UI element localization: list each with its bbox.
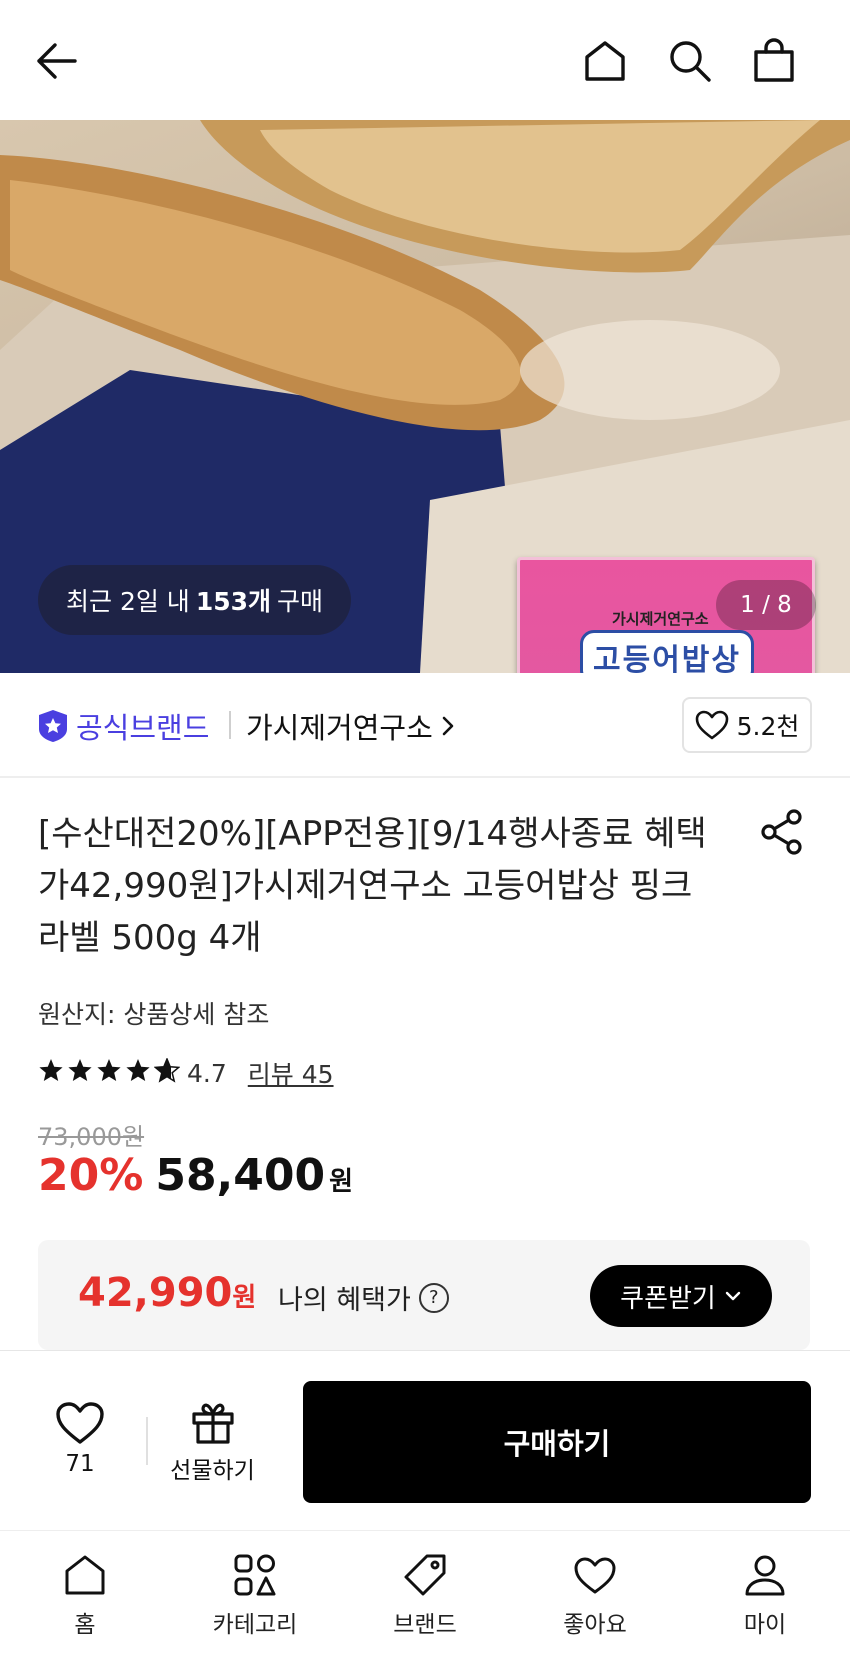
price-row: 20% 58,400 원	[38, 1150, 353, 1201]
tag-icon	[404, 1554, 446, 1596]
benefit-price-value: 42,990	[78, 1270, 233, 1316]
divider	[229, 711, 231, 739]
share-icon[interactable]	[758, 808, 806, 856]
package-name: 고등어밥상	[580, 630, 754, 673]
star-icon	[67, 1058, 93, 1089]
star-icon	[125, 1058, 151, 1089]
star-icon	[96, 1058, 122, 1089]
official-brand-badge: 공식브랜드	[38, 705, 209, 747]
product-title: [수산대전20%][APP전용][9/14행사종료 혜택가42,990원]가시제…	[38, 814, 707, 958]
recent-purchase-count: 153개	[195, 587, 271, 616]
bottom-tab-bar: 홈 카테고리 브랜드 좋아요 마이	[0, 1530, 850, 1659]
recent-purchase-suffix: 구매	[277, 587, 324, 616]
discount-rate: 20%	[38, 1150, 144, 1201]
benefit-price-box: 42,990원 나의 혜택가 ? 쿠폰받기	[38, 1240, 810, 1350]
chevron-down-icon	[725, 1291, 741, 1301]
brand-link[interactable]: 가시제거연구소	[246, 705, 455, 747]
person-icon	[745, 1555, 785, 1596]
search-icon[interactable]	[665, 36, 715, 86]
benefit-label-group: 나의 혜택가 ?	[278, 1278, 449, 1317]
package-brand: 가시제거연구소	[612, 610, 709, 628]
brand-like-button[interactable]: 5.2천	[682, 697, 812, 753]
sale-price: 58,400	[155, 1150, 326, 1201]
buy-button[interactable]: 구매하기	[303, 1381, 811, 1503]
recent-purchase-prefix: 최근 2일 내	[66, 587, 190, 616]
image-pager: 1 / 8	[716, 580, 816, 630]
top-nav	[0, 0, 850, 120]
gift-button[interactable]: 선물하기	[165, 1401, 260, 1485]
brand-row: 공식브랜드 가시제거연구소 5.2천	[0, 673, 850, 778]
tab-likes-label: 좋아요	[563, 1612, 627, 1638]
official-brand-label: 공식브랜드	[76, 711, 210, 745]
heart-icon	[56, 1402, 104, 1444]
divider	[146, 1417, 148, 1465]
brand-like-count: 5.2천	[736, 712, 800, 741]
purchase-bar: 71 선물하기 구매하기	[0, 1350, 850, 1530]
review-link[interactable]: 리뷰 45	[248, 1055, 334, 1091]
price-unit: 원	[329, 1167, 354, 1197]
star-half-icon	[153, 1056, 181, 1089]
origin-info: 원산지: 상품상세 참조	[38, 1000, 270, 1029]
rating-score: 4.7	[187, 1058, 227, 1088]
home-icon[interactable]	[580, 36, 630, 86]
tab-home[interactable]: 홈	[15, 1553, 155, 1639]
heart-icon	[695, 710, 728, 740]
gift-icon	[191, 1403, 234, 1444]
tab-category[interactable]: 카테고리	[185, 1553, 325, 1639]
tab-brand[interactable]: 브랜드	[355, 1553, 495, 1639]
heart-icon	[574, 1557, 616, 1594]
help-icon[interactable]: ?	[418, 1282, 449, 1313]
coupon-button-label: 쿠폰받기	[620, 1283, 716, 1314]
benefit-price-unit: 원	[232, 1283, 257, 1313]
benefit-price: 42,990원	[78, 1270, 256, 1316]
tab-my-label: 마이	[743, 1612, 787, 1638]
tab-brand-label: 브랜드	[393, 1612, 457, 1638]
chevron-right-icon	[442, 716, 454, 736]
tab-likes[interactable]: 좋아요	[525, 1553, 665, 1639]
wish-count: 71	[65, 1451, 95, 1477]
shopping-bag-icon[interactable]	[749, 36, 799, 86]
tab-my[interactable]: 마이	[695, 1553, 835, 1639]
gift-label: 선물하기	[170, 1458, 255, 1484]
home-icon	[65, 1555, 105, 1595]
original-price: 73,000원	[38, 1123, 145, 1151]
brand-name: 가시제거연구소	[246, 711, 433, 745]
tab-category-label: 카테고리	[212, 1612, 298, 1638]
tab-home-label: 홈	[74, 1612, 96, 1638]
official-badge-icon	[39, 710, 67, 742]
coupon-button[interactable]: 쿠폰받기	[590, 1265, 772, 1327]
benefit-label: 나의 혜택가	[278, 1285, 411, 1316]
wish-button[interactable]: 71	[50, 1401, 110, 1477]
rating-row: 4.7 리뷰 45	[38, 1055, 334, 1091]
recent-purchase-badge: 최근 2일 내 153개 구매	[38, 565, 352, 635]
star-icon	[38, 1058, 64, 1089]
category-icon	[234, 1554, 276, 1596]
back-icon[interactable]	[32, 36, 82, 86]
